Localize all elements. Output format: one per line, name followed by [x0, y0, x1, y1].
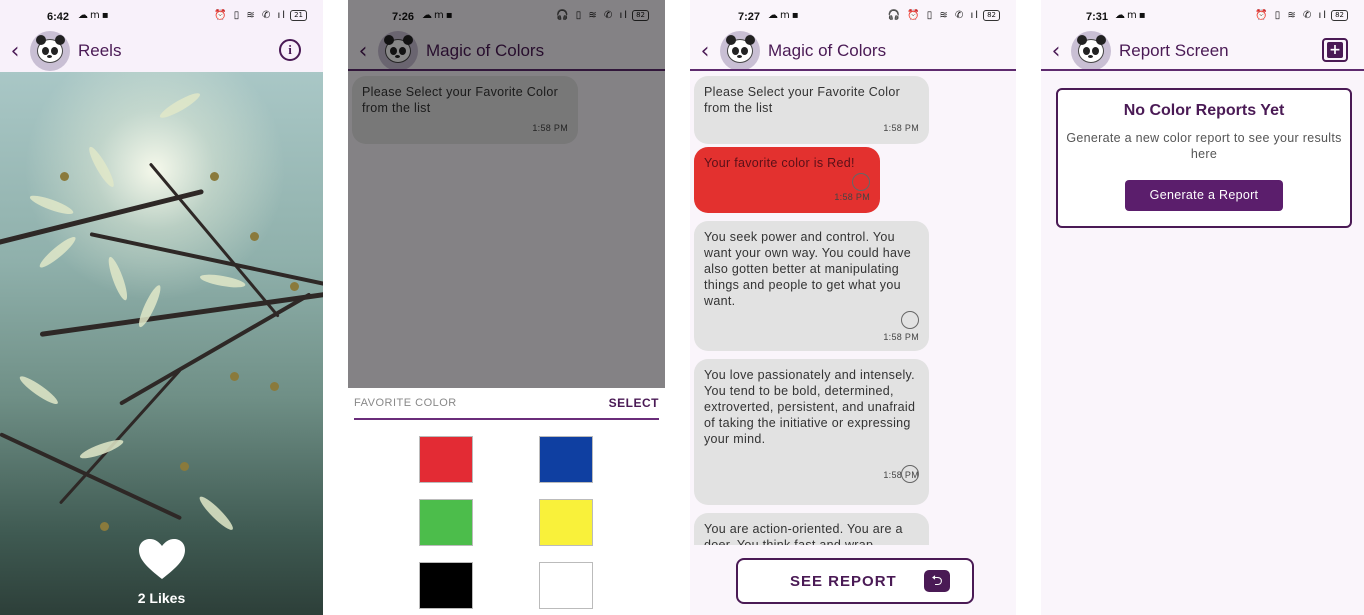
reel-video[interactable]: [0, 72, 323, 615]
page-title: Reels: [78, 41, 122, 60]
chat-bubble: You are action-oriented. You are a doer.…: [694, 513, 929, 545]
status-time: 6:42: [47, 11, 70, 23]
bud: [100, 522, 109, 531]
empty-state-text: Generate a new color report to see your …: [1066, 131, 1342, 161]
generate-report-button[interactable]: Generate a Report: [1125, 180, 1283, 211]
app-bar: ‹ Magic of Colors: [690, 30, 1016, 72]
status-bar: 7:27 ☁m▪ 🎧 ⏰ ▯ ≋ ✆ ıl 82: [690, 0, 1016, 34]
sheet-label: FAVORITE COLOR: [354, 397, 457, 409]
chat-bubble-selected: Your favorite color is Red! 1:58 PM: [694, 147, 880, 213]
back-arrow-icon[interactable]: ‹: [690, 39, 720, 64]
branch: [39, 291, 323, 337]
swatch-green[interactable]: [419, 499, 473, 546]
leaf: [36, 233, 79, 271]
bud: [60, 172, 69, 181]
add-report-button[interactable]: +: [1322, 38, 1348, 62]
leaf: [85, 144, 118, 190]
speak-icon[interactable]: [901, 465, 919, 483]
status-time: 7:27: [738, 11, 761, 23]
leaf: [28, 192, 75, 218]
battery-icon: 82: [1331, 10, 1348, 21]
branch: [0, 432, 183, 521]
chat-screen: 7:27 ☁m▪ 🎧 ⏰ ▯ ≋ ✆ ıl 82 ‹ Magic of Colo…: [690, 0, 1016, 615]
battery-icon: 21: [290, 10, 307, 21]
bud: [290, 282, 299, 291]
system-icons: ⏰ ▯ ≋ ✆ ıl 21: [214, 10, 307, 21]
app-bar-divider: [690, 69, 1016, 71]
chat-bubble: You love passionately and intensely. You…: [694, 359, 929, 505]
status-bar: 6:42 ☁m▪ ⏰ ▯ ≋ ✆ ıl 21: [0, 0, 323, 34]
message-text: Please Select your Favorite Color from t…: [704, 85, 901, 115]
chat-bubble: Please Select your Favorite Color from t…: [694, 76, 929, 144]
leaf: [199, 272, 247, 290]
page-title: Magic of Colors: [768, 41, 887, 60]
swatch-white[interactable]: [539, 562, 593, 609]
message-time: 1:58 PM: [883, 470, 919, 480]
color-select-screen: 7:26 ☁m▪ 🎧 ▯ ≋ ✆ ıl 82 ‹ Magic of Colors…: [348, 0, 665, 615]
sheet-divider: [354, 418, 659, 420]
see-report-label: SEE REPORT: [790, 573, 897, 590]
panda-avatar: [1071, 31, 1111, 71]
message-time: 1:58 PM: [834, 192, 870, 202]
message-text: You are action-oriented. You are a doer.…: [704, 522, 903, 545]
speak-icon[interactable]: [901, 311, 919, 329]
app-bar-divider: [1041, 69, 1364, 71]
swatch-black[interactable]: [419, 562, 473, 609]
status-bar: 7:31 ☁m▪ ⏰ ▯ ≋ ✆ ıl 82: [1041, 0, 1364, 34]
swatch-yellow[interactable]: [539, 499, 593, 546]
message-text: You seek power and control. You want you…: [704, 230, 912, 308]
swatch-blue[interactable]: [539, 436, 593, 483]
page-title: Report Screen: [1119, 41, 1229, 60]
plus-icon: +: [1327, 42, 1343, 58]
status-time: 7:31: [1086, 11, 1109, 23]
message-text: Your favorite color is Red!: [704, 156, 855, 170]
bud: [250, 232, 259, 241]
battery-icon: 82: [983, 10, 1000, 21]
message-time: 1:58 PM: [883, 332, 919, 342]
bud: [230, 372, 239, 381]
speak-icon[interactable]: [852, 173, 870, 191]
leaf: [157, 89, 203, 122]
message-time: 1:58 PM: [883, 123, 919, 133]
bud: [210, 172, 219, 181]
panda-avatar: [30, 31, 70, 71]
empty-state-title: No Color Reports Yet: [1123, 102, 1285, 119]
leaf: [105, 255, 131, 302]
leaf: [196, 493, 237, 534]
reels-screen: 6:42 ☁m▪ ⏰ ▯ ≋ ✆ ıl 21 ‹ Reels i 2 Likes: [0, 0, 323, 615]
back-arrow-icon[interactable]: ‹: [1041, 39, 1071, 64]
app-bar: ‹ Report Screen: [1041, 30, 1364, 72]
modal-overlay[interactable]: [348, 0, 665, 388]
swatch-red[interactable]: [419, 436, 473, 483]
info-icon[interactable]: i: [279, 39, 301, 61]
chat-bubble: You seek power and control. You want you…: [694, 221, 929, 351]
select-button[interactable]: SELECT: [609, 396, 659, 410]
notification-icons: ☁m▪: [1115, 10, 1148, 21]
leaf: [135, 283, 164, 330]
notification-icons: ☁m▪: [78, 10, 111, 21]
heart-like-icon[interactable]: [138, 538, 186, 580]
color-picker-sheet: [348, 388, 665, 615]
app-bar: ‹ Reels: [0, 30, 323, 72]
back-arrow-icon[interactable]: ‹: [0, 39, 30, 64]
report-screen: 7:31 ☁m▪ ⏰ ▯ ≋ ✆ ıl 82 ‹ Report Screen +…: [1041, 0, 1364, 615]
system-icons: ⏰ ▯ ≋ ✆ ıl 82: [1255, 10, 1348, 21]
likes-count: 2 Likes: [137, 590, 186, 606]
panda-avatar: [720, 31, 760, 71]
notification-icons: ☁m▪: [768, 10, 801, 21]
leaf: [17, 372, 61, 408]
see-report-button[interactable]: SEE REPORT ⮌: [736, 558, 974, 604]
reply-arrow-icon: ⮌: [924, 570, 950, 592]
system-icons: 🎧 ⏰ ▯ ≋ ✆ ıl 82: [887, 10, 1000, 21]
branch: [148, 162, 280, 318]
message-text: You love passionately and intensely. You…: [704, 368, 916, 446]
branch: [58, 368, 182, 505]
bud: [180, 462, 189, 471]
bud: [270, 382, 279, 391]
empty-state-card: No Color Reports Yet Generate a new colo…: [1056, 88, 1352, 228]
